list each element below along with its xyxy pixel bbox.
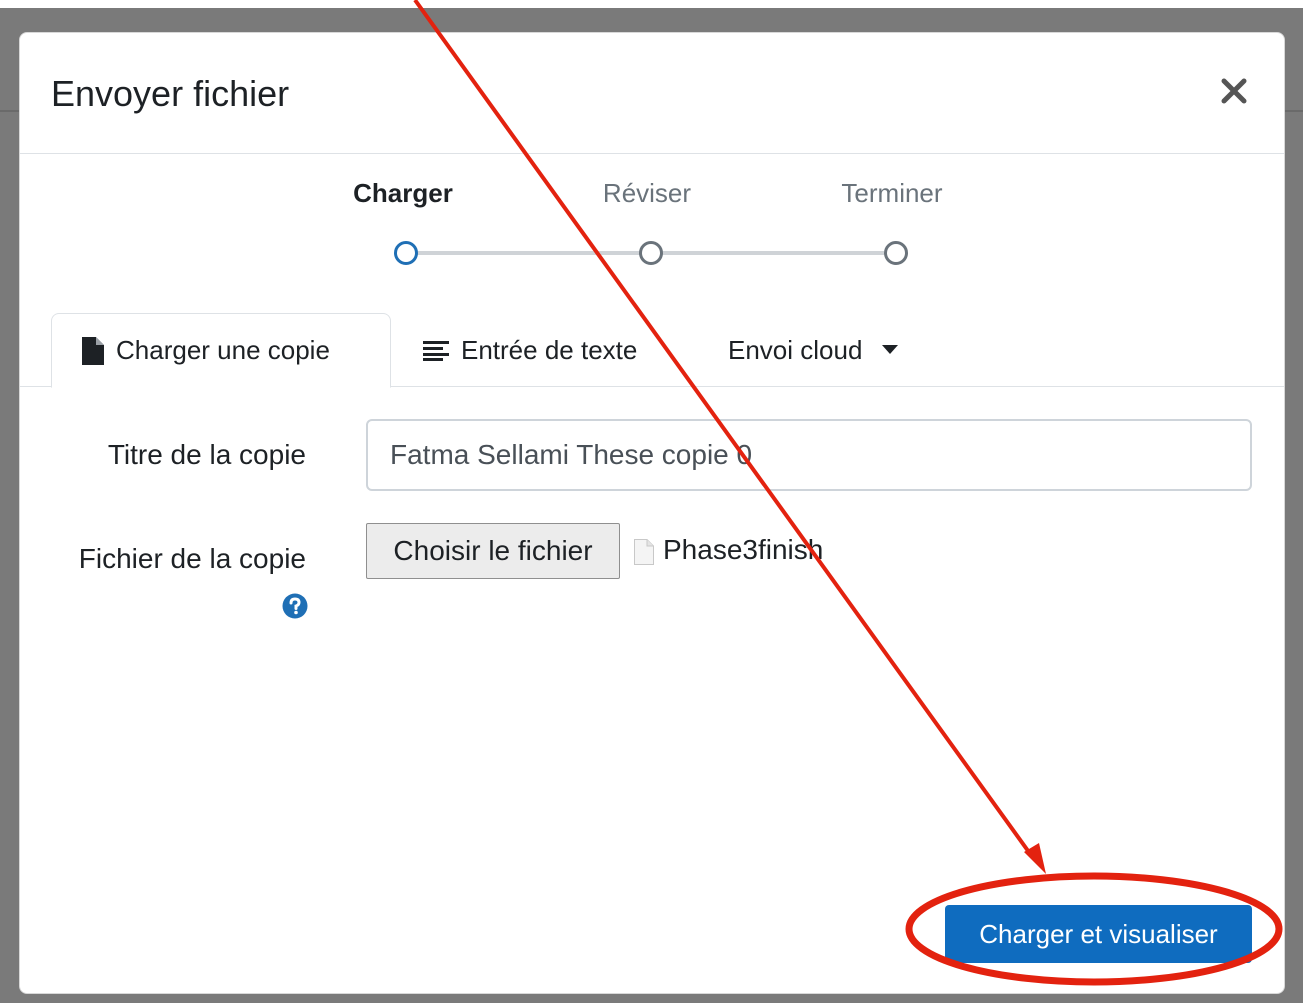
step-connector (662, 251, 884, 255)
close-button[interactable] (1218, 75, 1250, 107)
caret-down-icon (882, 345, 899, 354)
choose-file-button[interactable]: Choisir le fichier (366, 523, 620, 579)
tab-label: Charger une copie (116, 335, 330, 365)
title-field-label: Titre de la copie (107, 439, 306, 470)
help-button[interactable] (282, 593, 308, 624)
selected-file-name: Phase3finish (663, 534, 824, 565)
document-icon (634, 539, 654, 565)
step-dot (639, 241, 663, 265)
step-label-charger: Charger (353, 178, 453, 208)
tab-envoi-cloud[interactable]: Envoi cloud (728, 313, 899, 387)
tab-entree-texte[interactable]: Entrée de texte (423, 313, 637, 387)
step-label-reviser: Réviser (602, 178, 692, 208)
upload-and-preview-button[interactable]: Charger et visualiser (945, 905, 1252, 963)
step-dot (884, 241, 908, 265)
text-lines-icon (423, 341, 449, 361)
step-label-terminer: Terminer (841, 178, 943, 208)
dialog-header: Envoyer fichier (20, 33, 1284, 154)
question-circle-icon (282, 593, 308, 619)
progress-stepper: Charger Réviser Terminer (20, 154, 1284, 314)
upload-dialog: Envoyer fichier Charger Réviser Terminer… (19, 32, 1285, 994)
title-input[interactable] (366, 419, 1252, 491)
tab-label: Entrée de texte (461, 334, 638, 365)
backdrop-strip (0, 0, 1303, 8)
tab-charger-copie[interactable]: Charger une copie (51, 313, 391, 388)
dialog-title: Envoyer fichier (51, 73, 290, 114)
file-icon (82, 336, 104, 365)
file-field-label: Fichier de la copie (78, 543, 306, 574)
step-dot-active (394, 241, 418, 265)
tab-label: Envoi cloud (728, 334, 863, 365)
step-connector (415, 251, 640, 255)
upload-tabs: Charger une copie Entrée de texte Envoi … (20, 313, 1284, 388)
close-icon (1221, 78, 1247, 104)
